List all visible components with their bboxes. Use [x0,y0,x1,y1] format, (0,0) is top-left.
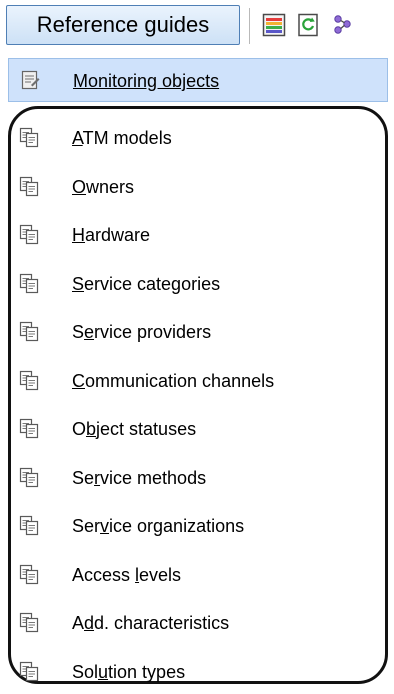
document-copy-icon [19,370,39,390]
monitoring-objects-icon [21,70,40,90]
selected-list-item[interactable]: Monitoring objects [8,58,388,102]
document-copy-icon [19,273,39,293]
list-view-icon[interactable] [262,12,286,38]
list-item-label: Object statuses [72,419,197,439]
list-item-label: Service methods [72,467,207,488]
document-copy-icon [19,127,39,148]
list-item[interactable]: Service categories [8,262,388,306]
list-item-label: Service providers [72,322,212,342]
list-item-label: Owners [72,176,135,197]
reference-guides-button[interactable]: Reference guides [6,5,240,45]
list-item[interactable]: Service methods [8,456,388,500]
document-copy-icon [19,612,39,633]
document-copy-icon [19,661,39,681]
list-item[interactable]: Service organizations [8,504,388,548]
list-item-label: Solution types [72,661,186,682]
list-item-label: Service organizations [72,516,245,536]
list-item-label: Service categories [72,273,221,294]
list-item[interactable]: Owners [8,165,388,209]
list-item[interactable]: Hardware [8,213,388,257]
toolbar-separator [249,8,250,44]
document-copy-icon [19,564,39,584]
document-copy-icon [19,321,39,342]
list-item-label: ATM models [72,128,172,148]
list-item[interactable]: ATM models [8,116,388,160]
refresh-icon[interactable] [296,12,320,38]
document-copy-icon [19,418,39,439]
list-item-label: Hardware [72,225,151,245]
toolbar: Reference guides [0,0,394,52]
document-copy-icon [19,176,39,196]
flow-icon[interactable] [330,12,354,38]
selected-item-label: Monitoring objects [73,71,220,91]
list-item[interactable]: Access levels [8,553,388,597]
list-item[interactable]: Object statuses [8,407,388,451]
list-item-label: Access levels [72,564,182,585]
document-copy-icon [19,515,39,536]
list-item[interactable]: Solution types [8,650,388,694]
list-item[interactable]: Add. characteristics [8,601,388,645]
document-copy-icon [19,224,39,245]
list-item-label: Add. characteristics [72,613,230,633]
document-copy-icon [19,467,39,487]
list-item[interactable]: Service providers [8,310,388,354]
list-item-label: Communication channels [72,370,275,391]
list-item[interactable]: Communication channels [8,359,388,403]
